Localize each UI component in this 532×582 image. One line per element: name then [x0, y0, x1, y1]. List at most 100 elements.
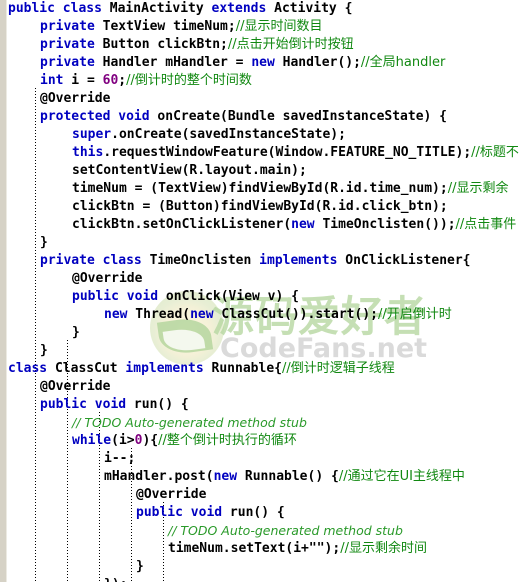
code-token-plain: ClassCut: [47, 361, 126, 376]
code-line[interactable]: @Override: [0, 378, 519, 396]
code-line[interactable]: public void onClick(View v) {: [0, 288, 519, 306]
code-token-kw: extends: [211, 1, 267, 16]
code-line[interactable]: while(i>0){//整个倒计时执行的循环: [0, 432, 519, 450]
code-token-kw: public: [136, 505, 183, 520]
code-token-plain: .requestWindowFeature(Window.FEATURE_NO_…: [103, 145, 472, 160]
code-token-plain: Thread(: [127, 307, 191, 322]
code-token-plain: MainActivity: [101, 1, 212, 16]
code-token-kw: private: [40, 253, 95, 268]
code-line[interactable]: private Handler mHandler = new Handler()…: [0, 54, 519, 72]
code-token-cmt: //标题不: [471, 145, 519, 160]
code-editor-view: 源码爱好者 CodeFans.net public class MainActi…: [0, 0, 532, 582]
code-token-kw: while: [72, 433, 112, 448]
code-line[interactable]: protected void onCreate(Bundle savedInst…: [0, 108, 519, 126]
code-line[interactable]: super.onCreate(savedInstanceState);: [0, 126, 519, 144]
code-token-plain: (i>: [111, 433, 135, 448]
code-line[interactable]: new Thread(new ClassCut()).start();//开启倒…: [0, 306, 519, 324]
code-line[interactable]: }: [0, 558, 519, 576]
code-token-plain: timeNum = (TextView)findViewById(R.id.ti…: [72, 181, 448, 196]
code-line[interactable]: });: [0, 576, 519, 582]
code-token-plain: TextView timeNum;: [94, 19, 236, 34]
code-token-plain: clickBtn = (Button)findViewById(R.id.cli…: [72, 199, 448, 214]
code-line[interactable]: clickBtn = (Button)findViewById(R.id.cli…: [0, 198, 519, 216]
code-line[interactable]: }: [0, 234, 519, 252]
code-token-cmt: //点击开始倒计时按钮: [227, 37, 354, 52]
code-token-plain: TimeOnclisten());: [314, 217, 456, 232]
code-line[interactable]: }: [0, 324, 519, 342]
code-line[interactable]: public void run() {: [0, 396, 519, 414]
code-line[interactable]: // TODO Auto-generated method stub: [0, 414, 519, 432]
code-token-kw: new: [213, 469, 238, 484]
code-token-plain: }: [40, 235, 48, 250]
code-token-kw: public: [40, 397, 87, 412]
code-token-plain: mHandler.post(: [104, 469, 214, 484]
code-token-plain: i =: [63, 73, 103, 88]
code-line[interactable]: timeNum.setText(i+"");//显示剩余时间: [0, 540, 519, 558]
code-token-plain: Button clickBtn;: [94, 37, 228, 52]
code-token-kw: void: [118, 109, 150, 124]
code-token-plain: i--;: [104, 451, 136, 466]
code-line[interactable]: @Override: [0, 90, 519, 108]
code-token-cmt: //全局handler: [360, 55, 446, 70]
code-token-plain: onCreate(Bundle savedInstanceState) {: [149, 109, 448, 124]
code-token-kw: class: [8, 361, 48, 376]
code-token-plain: Runnable{: [203, 361, 282, 376]
code-token-ann: @Override: [72, 271, 143, 286]
code-line[interactable]: private Button clickBtn;//点击开始倒计时按钮: [0, 36, 519, 54]
code-token-kw: class: [102, 253, 142, 268]
code-token-plain: setContentView(R.layout.main);: [72, 163, 307, 178]
code-line[interactable]: i--;: [0, 450, 519, 468]
code-token-plain: }: [40, 343, 48, 358]
code-token-plain: run() {: [126, 397, 189, 412]
code-token-kw: void: [126, 289, 159, 304]
code-line[interactable]: // TODO Auto-generated method stub: [0, 522, 519, 540]
code-token-kw: new: [291, 217, 315, 232]
code-line[interactable]: class ClassCut implements Runnable{//倒计时…: [0, 360, 519, 378]
code-line[interactable]: @Override: [0, 270, 519, 288]
code-token-plain: timeNum.setText(i+"");: [168, 541, 341, 556]
code-token-cmt: //倒计时的整个时间数: [126, 73, 252, 88]
code-token-plain: Handler mHandler =: [94, 55, 252, 70]
code-line[interactable]: private TextView timeNum;//显示时间数目: [0, 18, 519, 36]
code-line[interactable]: public class MainActivity extends Activi…: [0, 0, 519, 18]
code-line[interactable]: timeNum = (TextView)findViewById(R.id.ti…: [0, 180, 519, 198]
code-line[interactable]: clickBtn.setOnClickListener(new TimeOncl…: [0, 216, 519, 234]
code-token-plain: Handler();: [274, 55, 361, 70]
code-token-kw: super: [72, 127, 112, 142]
code-token-plain: OnClickListener{: [337, 253, 471, 268]
code-line[interactable]: setContentView(R.layout.main);: [0, 162, 519, 180]
code-token-kw: implements: [125, 361, 204, 376]
editor-gutter-edge: [6, 0, 7, 582]
code-line[interactable]: }: [0, 342, 519, 360]
code-line[interactable]: mHandler.post(new Runnable() {//通过它在UI主线…: [0, 468, 519, 486]
code-token-cmt-it: // TODO Auto-generated method stub: [72, 415, 307, 430]
code-token-plain: ;: [118, 73, 127, 88]
code-token-cmt: //点击事件: [455, 217, 517, 232]
code-token-cmt: //整个倒计时执行的循环: [158, 433, 297, 448]
code-line[interactable]: private class TimeOnclisten implements O…: [0, 252, 519, 270]
code-token-cmt: //显示时间数目: [235, 19, 323, 34]
code-content[interactable]: public class MainActivity extends Activi…: [0, 0, 519, 582]
code-token-kw: public: [72, 289, 119, 304]
code-line[interactable]: public void run() {: [0, 504, 519, 522]
code-line[interactable]: this.requestWindowFeature(Window.FEATURE…: [0, 144, 519, 162]
code-token-plain: }: [72, 325, 80, 340]
code-token-kw: private: [40, 37, 95, 52]
code-line[interactable]: int i = 60;//倒计时的整个时间数: [0, 72, 519, 90]
code-line[interactable]: @Override: [0, 486, 519, 504]
code-token-kw: new: [251, 55, 275, 70]
code-token-kw: protected: [40, 109, 111, 124]
code-token-cmt: //显示剩余: [447, 181, 509, 196]
code-token-kw: private: [40, 19, 95, 34]
code-token-plain: });: [104, 577, 127, 582]
code-token-plain: ClassCut()).start();: [213, 307, 378, 322]
code-token-kw: int: [40, 73, 64, 88]
code-token-plain: ){: [142, 433, 159, 448]
code-token-plain: Runnable() {: [237, 469, 339, 484]
code-token-cmt: //倒计时逻辑子线程: [281, 361, 395, 376]
code-token-cmt: //开启倒计时: [377, 307, 452, 322]
